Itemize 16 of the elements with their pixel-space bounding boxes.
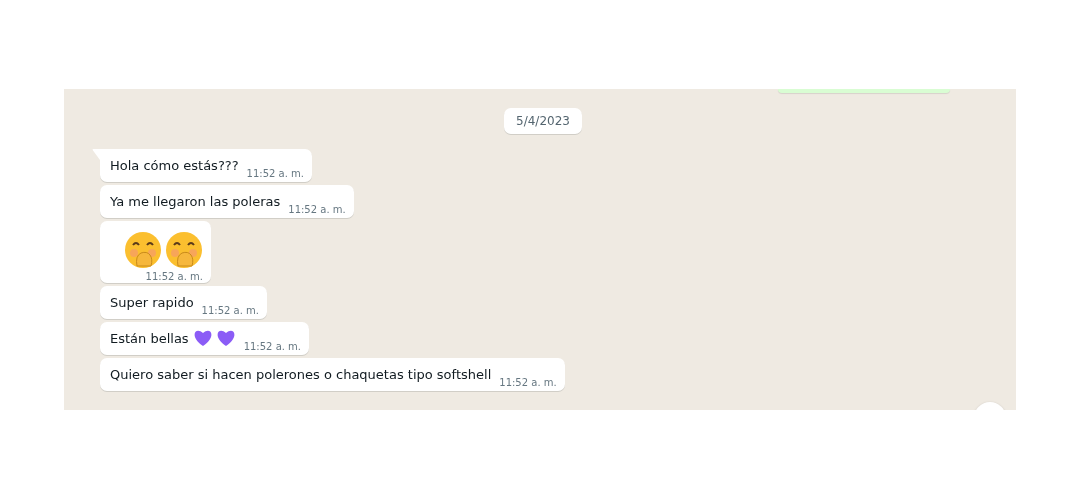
heart-icon [192, 329, 213, 347]
face-with-hand-icon [124, 231, 162, 269]
message-time: 11:52 a. m. [288, 204, 346, 215]
date-chip: 5/4/2023 [504, 108, 582, 134]
message-text: Quiero saber si hacen polerones o chaquetas tipo softshell [110, 366, 492, 384]
message-time: 11:52 a. m. [499, 377, 557, 388]
message-time: 11:52 a. m. [246, 168, 304, 179]
face-with-hand-icon [165, 231, 203, 269]
message-text: Super rapido [110, 294, 194, 312]
heart-icon [215, 329, 236, 347]
message-time: 11:52 a. m. [243, 341, 302, 352]
message-text: Ya me llegaron las poleras [110, 193, 281, 211]
message-text: Hola cómo estás??? [110, 157, 239, 175]
message-time: 11:52 a. m. [145, 271, 203, 282]
message-text: Están bellas [110, 330, 189, 348]
message-time: 11:52 a. m. [201, 305, 259, 316]
